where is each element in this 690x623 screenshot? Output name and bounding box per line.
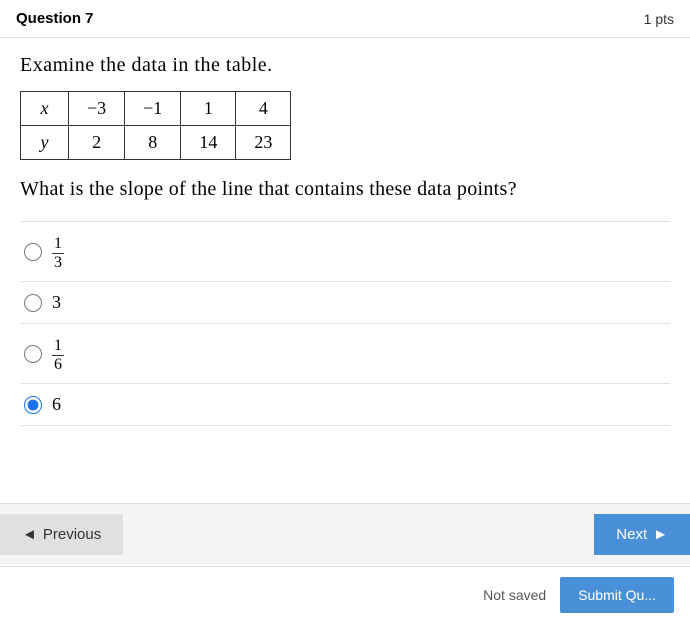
- option-label-1: 1 3: [52, 232, 64, 271]
- submit-button[interactable]: Submit Qu...: [560, 577, 674, 613]
- question-title: Question 7: [16, 10, 94, 27]
- submit-label: Submit Qu...: [578, 587, 656, 603]
- previous-label: Previous: [43, 526, 101, 543]
- table-row-y: y 2 8 14 23: [21, 126, 291, 160]
- fraction-1-6: 1 6: [52, 337, 64, 373]
- slope-question: What is the slope of the line that conta…: [20, 178, 670, 201]
- option-item-1[interactable]: 1 3: [20, 222, 670, 282]
- y-val-2: 8: [125, 126, 181, 160]
- option-label-4: 6: [52, 394, 61, 415]
- option-item-2[interactable]: 3: [20, 282, 670, 324]
- option-radio-3[interactable]: [24, 345, 42, 363]
- previous-button[interactable]: ◄ Previous: [0, 514, 123, 555]
- table-row-x: x −3 −1 1 4: [21, 92, 291, 126]
- y-val-3: 14: [181, 126, 236, 160]
- option-radio-2[interactable]: [24, 294, 42, 312]
- next-arrow-icon: ►: [653, 526, 668, 543]
- option-item-4[interactable]: 6: [20, 384, 670, 426]
- next-label: Next: [616, 526, 647, 543]
- next-button[interactable]: Next ►: [594, 514, 690, 555]
- not-saved-text: Not saved: [483, 587, 546, 603]
- options-list: 1 3 3 1 6 6: [20, 221, 670, 426]
- y-label: y: [21, 126, 69, 160]
- option-item-3[interactable]: 1 6: [20, 324, 670, 384]
- y-val-1: 2: [69, 126, 125, 160]
- option-label-3: 1 6: [52, 334, 64, 373]
- x-val-1: −3: [69, 92, 125, 126]
- x-label: x: [21, 92, 69, 126]
- x-val-3: 1: [181, 92, 236, 126]
- fraction-1-3: 1 3: [52, 235, 64, 271]
- x-val-2: −1: [125, 92, 181, 126]
- prev-arrow-icon: ◄: [22, 526, 37, 543]
- y-val-4: 23: [236, 126, 291, 160]
- option-radio-4[interactable]: [24, 396, 42, 414]
- examine-text: Examine the data in the table.: [20, 54, 670, 77]
- option-label-2: 3: [52, 292, 61, 313]
- question-body: Examine the data in the table. x −3 −1 1…: [0, 38, 690, 446]
- data-table: x −3 −1 1 4 y 2 8 14 23: [20, 91, 291, 160]
- navigation-footer: ◄ Previous Next ►: [0, 503, 690, 565]
- question-points: 1 pts: [644, 11, 674, 27]
- submit-bar: Not saved Submit Qu...: [0, 566, 690, 623]
- question-header: Question 7 1 pts: [0, 0, 690, 38]
- option-radio-1[interactable]: [24, 243, 42, 261]
- x-val-4: 4: [236, 92, 291, 126]
